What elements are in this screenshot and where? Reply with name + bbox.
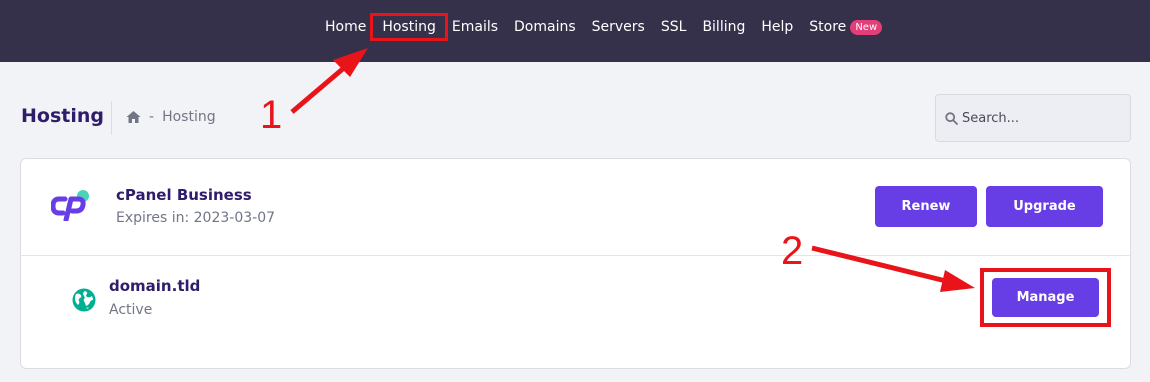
nav-store-label: Store bbox=[809, 19, 847, 35]
card-divider bbox=[21, 255, 1130, 256]
nav-store[interactable]: Store New bbox=[801, 17, 890, 37]
nav-emails[interactable]: Emails bbox=[444, 17, 506, 37]
nav-hosting[interactable]: Hosting bbox=[370, 13, 448, 41]
plan-expiry: Expires in: 2023-03-07 bbox=[116, 210, 276, 226]
domain-name: domain.tld bbox=[109, 277, 201, 295]
title-divider bbox=[111, 101, 112, 135]
nav-ssl[interactable]: SSL bbox=[653, 17, 695, 37]
domain-status: Active bbox=[109, 302, 153, 318]
breadcrumb-current: Hosting bbox=[162, 109, 216, 125]
breadcrumb: - Hosting bbox=[126, 109, 216, 125]
top-navigation: Home Hosting Emails Domains Servers SSL … bbox=[0, 0, 1150, 62]
home-icon[interactable] bbox=[126, 110, 141, 124]
manage-button[interactable]: Manage bbox=[992, 278, 1099, 317]
nav-help[interactable]: Help bbox=[753, 17, 801, 37]
step-2-label: 2 bbox=[781, 229, 804, 273]
step-1-label: 1 bbox=[260, 93, 283, 137]
globe-icon bbox=[72, 288, 96, 312]
renew-button[interactable]: Renew bbox=[875, 186, 977, 227]
nav-domains[interactable]: Domains bbox=[506, 17, 584, 37]
search-input[interactable] bbox=[962, 105, 1122, 131]
upgrade-button[interactable]: Upgrade bbox=[986, 186, 1103, 227]
nav-servers[interactable]: Servers bbox=[584, 17, 653, 37]
breadcrumb-separator: - bbox=[149, 109, 155, 125]
plan-name: cPanel Business bbox=[116, 186, 252, 204]
nav-home[interactable]: Home bbox=[317, 17, 374, 37]
arrow-1 bbox=[290, 65, 347, 114]
nav-billing[interactable]: Billing bbox=[694, 17, 753, 37]
cpanel-logo bbox=[51, 190, 89, 221]
new-badge: New bbox=[850, 20, 883, 35]
page-title: Hosting bbox=[21, 105, 104, 127]
nav-menu: Home Hosting Emails Domains Servers SSL … bbox=[317, 13, 890, 41]
manage-highlight: Manage bbox=[980, 268, 1111, 327]
search-box bbox=[935, 94, 1131, 142]
search-icon bbox=[945, 112, 958, 125]
hosting-card: cPanel Business Expires in: 2023-03-07 R… bbox=[20, 158, 1131, 369]
